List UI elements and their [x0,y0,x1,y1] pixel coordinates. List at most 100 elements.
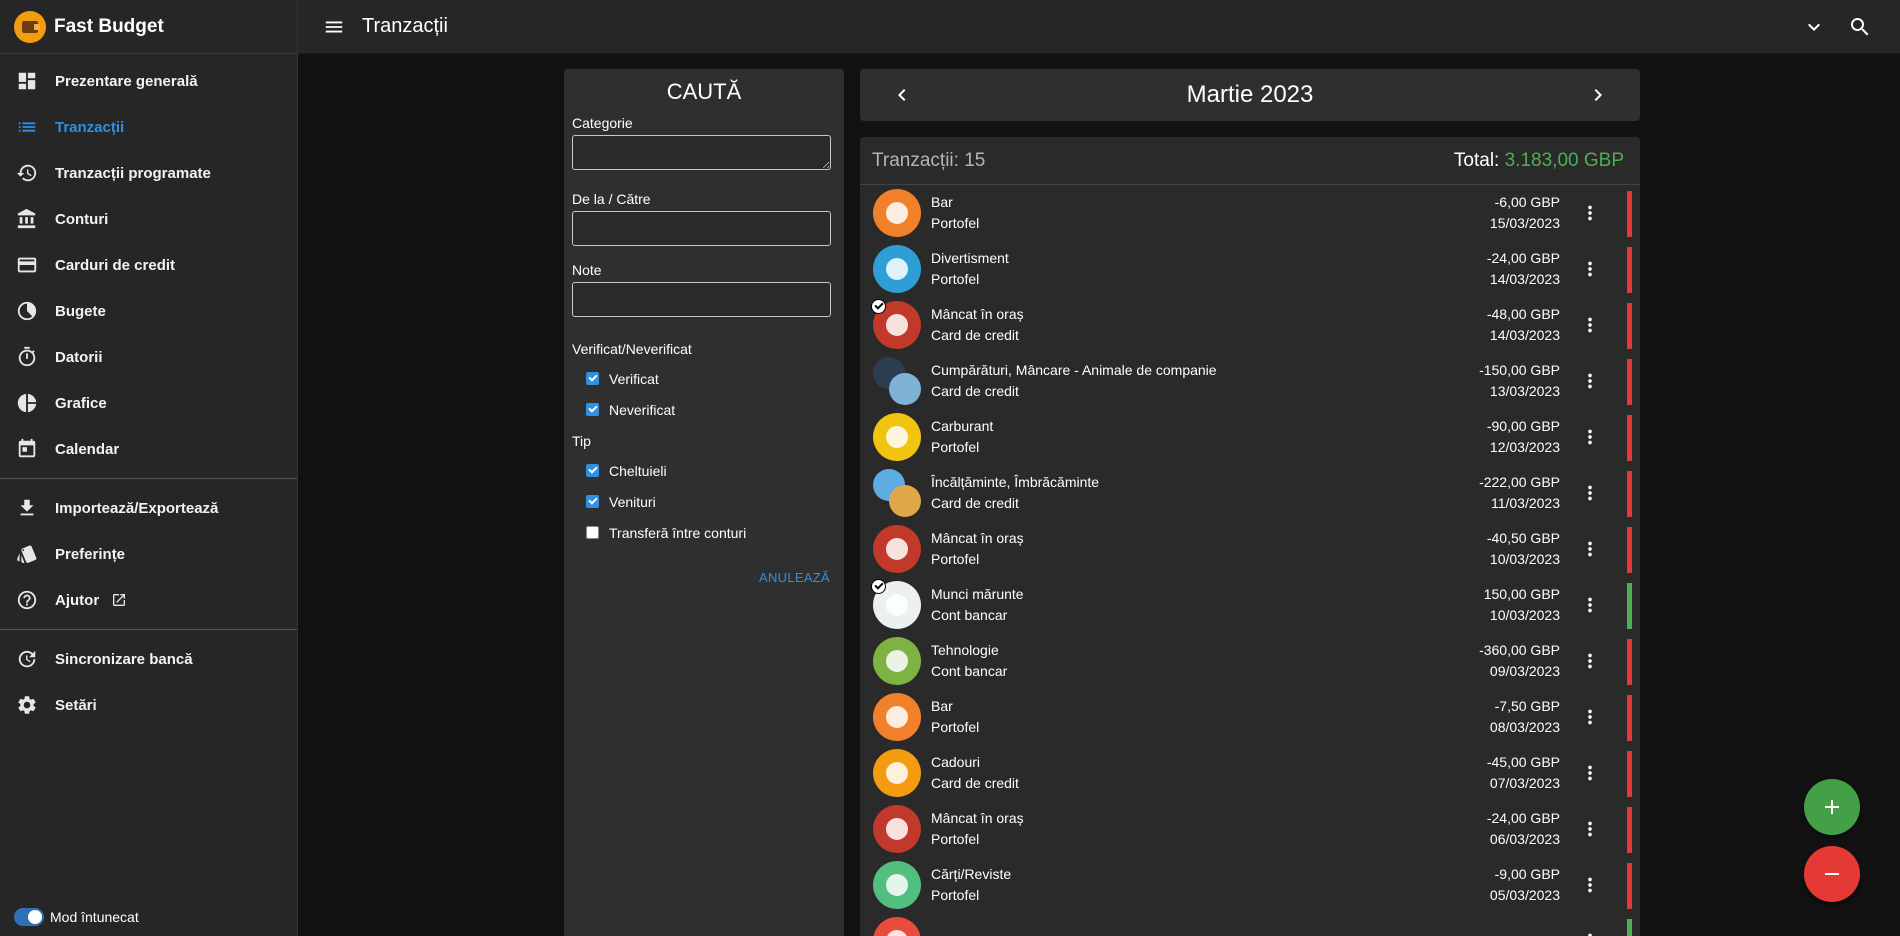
table-row[interactable]: Bar Portofel -7,50 GBP 08/03/2023 [860,689,1640,745]
income-checkbox[interactable] [586,495,599,508]
more-vert-icon[interactable] [1578,201,1602,225]
sidebar-item-scheduled[interactable]: Tranzacții programate [0,150,297,196]
income-checkbox-row[interactable]: Venituri [572,486,836,517]
cancel-button[interactable]: ANULEAZĂ [572,570,830,585]
transaction-date: 10/03/2023 [1489,551,1560,567]
transaction-amount-block: -45,00 GBP 07/03/2023 [1487,752,1560,794]
category-avatar-icon [873,469,921,517]
add-expense-button[interactable] [1804,846,1860,902]
transfer-checkbox[interactable] [586,526,599,539]
minus-icon [1825,873,1839,875]
more-vert-icon[interactable] [1578,705,1602,729]
more-vert-icon[interactable] [1578,481,1602,505]
transaction-date: 07/03/2023 [1489,775,1560,791]
calendar-icon [16,438,38,460]
table-row[interactable]: Salariu4.110,00 GBP [860,913,1640,936]
transaction-amount: -222,00 GBP [1479,474,1560,490]
category-avatar-icon [873,917,921,936]
notes-input[interactable] [572,282,831,317]
verified-checkbox[interactable] [586,372,599,385]
sidebar-item-label: Tranzacții [55,118,125,136]
page-title: Tranzacții [362,15,448,37]
transaction-amount: -45,00 GBP [1486,754,1560,770]
transaction-amount-block: -24,00 GBP 06/03/2023 [1487,808,1560,850]
more-vert-icon[interactable] [1578,425,1602,449]
table-row[interactable]: Bar Portofel -6,00 GBP 15/03/2023 [860,185,1640,241]
table-row[interactable]: Mâncat în oraș Portofel -40,50 GBP 10/03/20… [860,521,1640,577]
table-row[interactable]: Mâncat în oraș Portofel -24,00 GBP 06/03/20… [860,801,1640,857]
table-row[interactable]: Cadouri Card de credit -45,00 GBP 07/03/202… [860,745,1640,801]
transaction-date: 15/03/2023 [1489,215,1560,231]
unverified-checkbox-label: Neverificat [609,401,676,418]
transaction-type-indicator [1627,303,1632,349]
transaction-type-indicator [1627,919,1632,936]
history-icon [16,162,38,184]
unverified-checkbox-row[interactable]: Neverificat [572,394,836,425]
expenses-checkbox[interactable] [586,464,599,477]
dark-mode-toggle[interactable]: Mod întunecat [14,908,139,926]
category-avatar-icon [871,299,921,349]
transaction-type-indicator [1627,527,1632,573]
chevron-down-icon[interactable] [1802,15,1826,39]
sidebar-item-budgets[interactable]: Bugete [0,288,297,334]
table-row[interactable]: Munci mărunte Cont bancar 150,00 GBP 10/03/… [860,577,1640,633]
more-vert-icon[interactable] [1578,369,1602,393]
sidebar-item-import-export[interactable]: Importează/Exportează [0,485,297,531]
search-icon[interactable] [1848,15,1872,39]
top-bar: Tranzacții [298,0,1900,54]
add-income-button[interactable] [1804,779,1860,835]
transaction-amount: -7,50 GBP [1494,698,1560,714]
sidebar-item-overview[interactable]: Prezentare generală [0,58,297,104]
hamburger-menu-icon[interactable] [322,15,346,39]
sidebar-item-credit-cards[interactable]: Carduri de credit [0,242,297,288]
table-row[interactable]: Cărți/Reviste Portofel -9,00 GBP 05/03/2023 [860,857,1640,913]
more-vert-icon[interactable] [1578,873,1602,897]
credit-card-icon [16,254,38,276]
more-vert-icon[interactable] [1578,649,1602,673]
verified-checkbox-row[interactable]: Verificat [572,363,836,394]
more-vert-icon[interactable] [1578,761,1602,785]
transactions-panel: Tranzacții: 15 Total: 3.183,00 GBP Bar Po… [860,137,1640,936]
table-row[interactable]: Tehnologie Cont bancar -360,00 GBP 09/03/20… [860,633,1640,689]
category-icon [889,485,921,517]
sidebar-item-bank-sync[interactable]: Sincronizare bancă [0,636,297,682]
expenses-checkbox-row[interactable]: Cheltuieli [572,455,836,486]
tools-nav: Importează/Exportează Preferințe Ajutor [0,481,297,627]
unverified-checkbox[interactable] [586,403,599,416]
more-vert-icon[interactable] [1578,817,1602,841]
notes-label: Note [572,262,602,278]
sidebar-item-charts[interactable]: Grafice [0,380,297,426]
table-row[interactable]: Mâncat în oraș Card de credit -48,00 GBP 14… [860,297,1640,353]
dark-mode-switch[interactable] [14,908,44,926]
chevron-left-icon[interactable] [890,83,914,107]
main-nav: Prezentare generală Tranzacții Tranzacți… [0,54,297,476]
sidebar-item-preferences[interactable]: Preferințe [0,531,297,577]
table-row[interactable]: Carburant Portofel -90,00 GBP 12/03/2023 [860,409,1640,465]
sidebar-item-help[interactable]: Ajutor [0,577,297,623]
category-input[interactable] [572,135,831,170]
sidebar-item-accounts[interactable]: Conturi [0,196,297,242]
more-vert-icon[interactable] [1578,257,1602,281]
transaction-amount: -40,50 GBP [1486,530,1560,546]
verified-section-label: Verificat/Neverificat [572,341,692,357]
transaction-amount: -360,00 GBP [1479,642,1560,658]
more-vert-icon[interactable] [1578,929,1602,936]
from-to-input[interactable] [572,211,831,246]
transaction-date: 12/03/2023 [1489,439,1560,455]
sidebar-item-calendar[interactable]: Calendar [0,426,297,472]
sidebar-item-settings[interactable]: Setări [0,682,297,728]
more-vert-icon[interactable] [1578,593,1602,617]
more-vert-icon[interactable] [1578,313,1602,337]
more-vert-icon[interactable] [1578,537,1602,561]
sync-nav: Sincronizare bancă Setări [0,632,297,732]
table-row[interactable]: Cumpărături, Mâncare - Animale de compan… [860,353,1640,409]
wallet-logo-icon [14,10,46,43]
table-row[interactable]: Divertisment Portofel -24,00 GBP 14/03/2023 [860,241,1640,297]
transfer-checkbox-row[interactable]: Transferă între conturi [572,517,836,548]
sidebar-item-transactions[interactable]: Tranzacții [0,104,297,150]
table-row[interactable]: Încălțăminte, Îmbrăcăminte Card de credit… [860,465,1640,521]
sidebar-item-debts[interactable]: Datorii [0,334,297,380]
chevron-right-icon[interactable] [1586,83,1610,107]
transfer-checkbox-label: Transferă între conturi [609,524,747,541]
list-icon [16,116,38,138]
